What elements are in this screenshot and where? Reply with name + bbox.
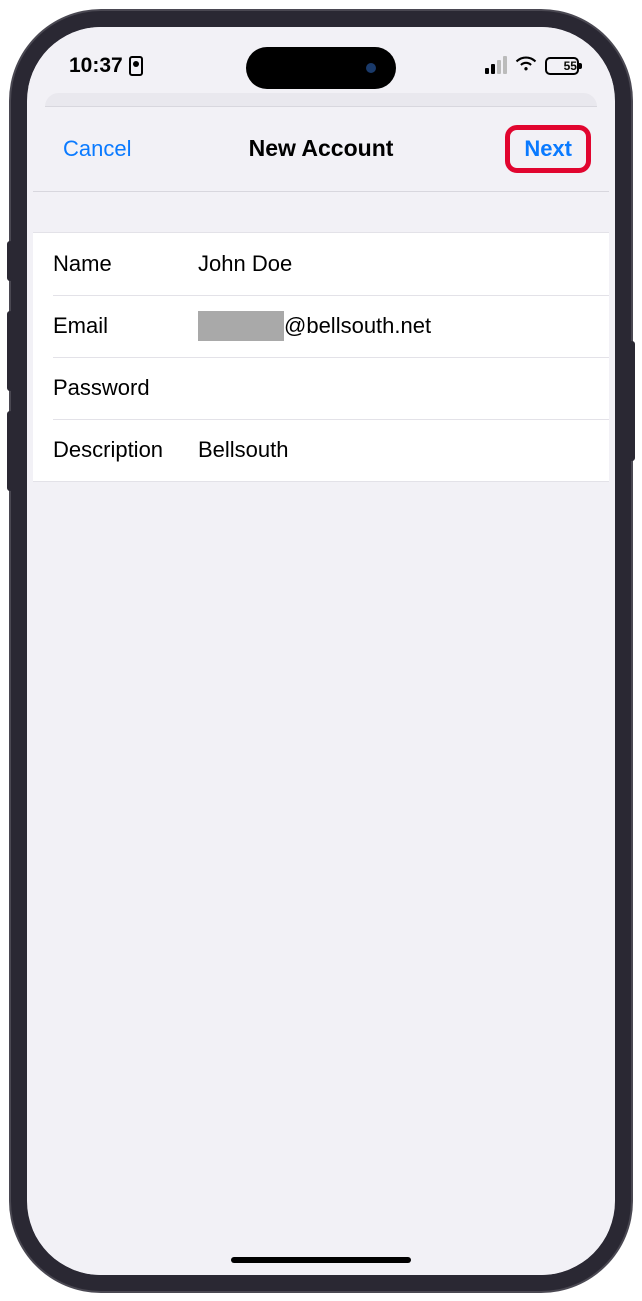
next-button[interactable]: Next — [516, 132, 580, 166]
name-field[interactable]: John Doe — [198, 251, 589, 277]
description-label: Description — [53, 437, 198, 463]
silent-switch — [7, 241, 13, 281]
wifi-icon — [515, 56, 537, 76]
cellular-signal-icon — [485, 58, 507, 74]
power-button — [629, 341, 635, 461]
name-label: Name — [53, 251, 198, 277]
redacted-email-prefix — [198, 311, 284, 341]
orientation-lock-icon — [129, 56, 143, 76]
battery-icon: 55 — [545, 57, 579, 75]
volume-down-button — [7, 411, 13, 491]
email-label: Email — [53, 313, 198, 339]
status-right: 55 — [485, 56, 579, 76]
volume-up-button — [7, 311, 13, 391]
annotation-highlight: Next — [505, 125, 591, 173]
phone-frame: 10:37 55 Cancel New Account — [11, 11, 631, 1291]
password-label: Password — [53, 375, 198, 401]
email-field[interactable]: @bellsouth.net — [198, 311, 589, 341]
cancel-button[interactable]: Cancel — [55, 132, 139, 166]
description-row[interactable]: Description Bellsouth — [33, 419, 609, 481]
home-indicator[interactable] — [231, 1257, 411, 1263]
modal-nav-bar: Cancel New Account Next — [33, 107, 609, 192]
name-row[interactable]: Name John Doe — [33, 233, 609, 295]
password-row[interactable]: Password — [33, 357, 609, 419]
email-suffix: @bellsouth.net — [284, 313, 431, 339]
dynamic-island — [246, 47, 396, 89]
account-form: Name John Doe Email @bellsouth.net Passw… — [33, 232, 609, 482]
battery-level: 55 — [564, 59, 577, 73]
email-row[interactable]: Email @bellsouth.net — [33, 295, 609, 357]
description-field[interactable]: Bellsouth — [198, 437, 589, 463]
phone-screen: 10:37 55 Cancel New Account — [27, 27, 615, 1275]
status-left: 10:37 — [69, 54, 143, 78]
new-account-modal: Cancel New Account Next Name John Doe Em… — [33, 107, 609, 1275]
status-time: 10:37 — [69, 54, 123, 78]
background-card — [45, 93, 597, 107]
